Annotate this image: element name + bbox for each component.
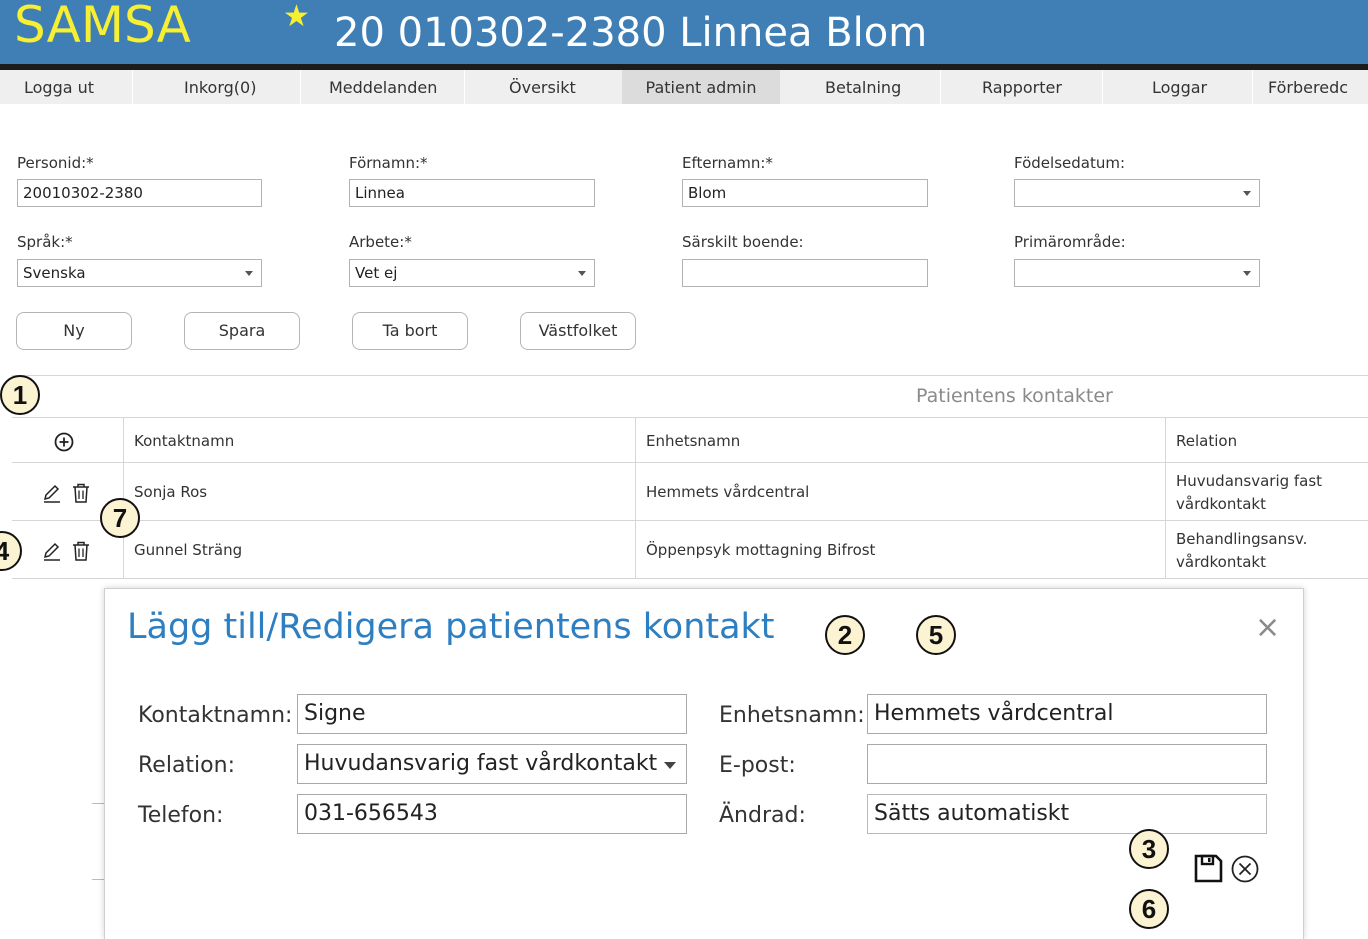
callout-badge-4: 4 bbox=[0, 531, 22, 571]
chevron-down-icon bbox=[578, 271, 586, 276]
relation-label: Relation: bbox=[138, 753, 235, 778]
personid-input[interactable]: 20010302-2380 bbox=[17, 179, 262, 207]
contact-relation-line2: vårdkontakt bbox=[1176, 495, 1266, 513]
vastfolket-button[interactable]: Västfolket bbox=[520, 312, 636, 350]
enhetsnamn-label: Enhetsnamn: bbox=[719, 703, 865, 728]
arbete-value: Vet ej bbox=[355, 264, 398, 282]
table-column-border bbox=[1165, 417, 1166, 579]
nav-betalning[interactable]: Betalning bbox=[825, 70, 901, 104]
nav-loggar[interactable]: Loggar bbox=[1152, 70, 1207, 104]
relation-value: Huvudansvarig fast vårdkontakt bbox=[304, 751, 658, 776]
arbete-select[interactable]: Vet ej bbox=[349, 259, 595, 287]
andrad-label: Ändrad: bbox=[719, 803, 806, 828]
table-column-border bbox=[635, 417, 636, 579]
telefon-label: Telefon: bbox=[138, 803, 224, 828]
nav-meddelanden[interactable]: Meddelanden bbox=[329, 70, 437, 104]
callout-badge-2: 2 bbox=[825, 615, 865, 655]
trash-icon[interactable] bbox=[71, 482, 91, 504]
background-table-line bbox=[92, 803, 104, 804]
edit-pencil-icon[interactable] bbox=[42, 482, 62, 504]
spara-button[interactable]: Spara bbox=[184, 312, 300, 350]
close-icon[interactable]: × bbox=[1255, 613, 1280, 643]
epost-label: E-post: bbox=[719, 753, 796, 778]
sarskilt-boende-input[interactable] bbox=[682, 259, 928, 287]
main-nav: Logga ut Inkorg(0) Meddelanden Översikt … bbox=[0, 70, 1368, 104]
trash-icon[interactable] bbox=[71, 540, 91, 562]
contact-unit: Hemmets vårdcentral bbox=[646, 483, 810, 501]
contact-relation-line1: Behandlingsansv. bbox=[1176, 530, 1308, 548]
nav-separator bbox=[300, 70, 301, 104]
add-contact-icon[interactable] bbox=[53, 431, 75, 453]
efternamn-label: Efternamn:* bbox=[682, 154, 773, 172]
callout-badge-3: 3 bbox=[1129, 829, 1169, 869]
contact-unit: Öppenpsyk mottagning Bifrost bbox=[646, 541, 876, 559]
fornamn-label: Förnamn:* bbox=[349, 154, 428, 172]
background-table-line bbox=[92, 879, 104, 880]
dialog-title: Lägg till/Redigera patientens kontakt bbox=[127, 607, 775, 647]
sprak-select[interactable]: Svenska bbox=[17, 259, 262, 287]
andrad-input: Sätts automatiskt bbox=[867, 794, 1267, 834]
telefon-input[interactable]: 031-656543 bbox=[297, 794, 687, 834]
section-divider bbox=[12, 375, 1368, 376]
personid-label: Personid:* bbox=[17, 154, 94, 172]
ta-bort-button[interactable]: Ta bort bbox=[352, 312, 468, 350]
fornamn-input[interactable]: Linnea bbox=[349, 179, 595, 207]
efternamn-input[interactable]: Blom bbox=[682, 179, 928, 207]
patient-title: 20 010302-2380 Linnea Blom bbox=[334, 10, 928, 56]
arbete-label: Arbete:* bbox=[349, 233, 412, 251]
cancel-icon[interactable] bbox=[1229, 853, 1261, 885]
contact-relation-line1: Huvudansvarig fast bbox=[1176, 472, 1323, 490]
column-header-kontaktnamn[interactable]: Kontaktnamn bbox=[134, 432, 234, 450]
callout-badge-6: 6 bbox=[1129, 889, 1169, 929]
chevron-down-icon bbox=[245, 271, 253, 276]
contact-name: Sonja Ros bbox=[134, 483, 208, 501]
nav-separator bbox=[464, 70, 465, 104]
save-icon[interactable] bbox=[1191, 851, 1225, 885]
nav-separator bbox=[1102, 70, 1103, 104]
primaromrade-select[interactable] bbox=[1014, 259, 1260, 287]
edit-contact-dialog: Lägg till/Redigera patientens kontakt × … bbox=[104, 588, 1304, 939]
fodelsedatum-label: Födelsedatum: bbox=[1014, 154, 1125, 172]
star-icon[interactable]: ★ bbox=[283, 0, 310, 34]
kontaktnamn-input[interactable]: Signe bbox=[297, 694, 687, 734]
column-header-relation[interactable]: Relation bbox=[1176, 432, 1237, 450]
app-logo: SAMSA bbox=[14, 0, 191, 54]
nav-inkorg[interactable]: Inkorg(0) bbox=[184, 70, 256, 104]
nav-patient-admin[interactable]: Patient admin bbox=[622, 70, 780, 104]
fodelsedatum-select[interactable] bbox=[1014, 179, 1260, 207]
app-header: SAMSA ★ 20 010302-2380 Linnea Blom bbox=[0, 0, 1368, 64]
sprak-value: Svenska bbox=[23, 264, 86, 282]
relation-select[interactable]: Huvudansvarig fast vårdkontakt bbox=[297, 744, 687, 784]
ny-button[interactable]: Ny bbox=[16, 312, 132, 350]
callout-badge-5: 5 bbox=[916, 615, 956, 655]
edit-pencil-icon[interactable] bbox=[42, 540, 62, 562]
contacts-section-title: Patientens kontakter bbox=[916, 385, 1113, 407]
chevron-down-icon bbox=[664, 762, 676, 769]
sarskilt-boende-label: Särskilt boende: bbox=[682, 233, 804, 251]
sprak-label: Språk:* bbox=[17, 233, 73, 251]
nav-separator bbox=[1252, 70, 1253, 104]
chevron-down-icon bbox=[1243, 271, 1251, 276]
nav-rapporter[interactable]: Rapporter bbox=[982, 70, 1062, 104]
primaromrade-label: Primärområde: bbox=[1014, 233, 1126, 251]
epost-input[interactable] bbox=[867, 744, 1267, 784]
enhetsnamn-input[interactable]: Hemmets vårdcentral bbox=[867, 694, 1267, 734]
column-header-enhetsnamn[interactable]: Enhetsnamn bbox=[646, 432, 740, 450]
contact-name: Gunnel Sträng bbox=[134, 541, 243, 559]
callout-badge-7: 7 bbox=[100, 498, 140, 538]
chevron-down-icon bbox=[1243, 191, 1251, 196]
kontaktnamn-label: Kontaktnamn: bbox=[138, 703, 293, 728]
nav-oversikt[interactable]: Översikt bbox=[509, 70, 576, 104]
nav-separator bbox=[940, 70, 941, 104]
nav-separator bbox=[132, 70, 133, 104]
nav-forberedelse[interactable]: Förberedc bbox=[1268, 70, 1348, 104]
nav-logga-ut[interactable]: Logga ut bbox=[24, 70, 94, 104]
callout-badge-1: 1 bbox=[0, 375, 40, 415]
contact-relation-line2: vårdkontakt bbox=[1176, 553, 1266, 571]
